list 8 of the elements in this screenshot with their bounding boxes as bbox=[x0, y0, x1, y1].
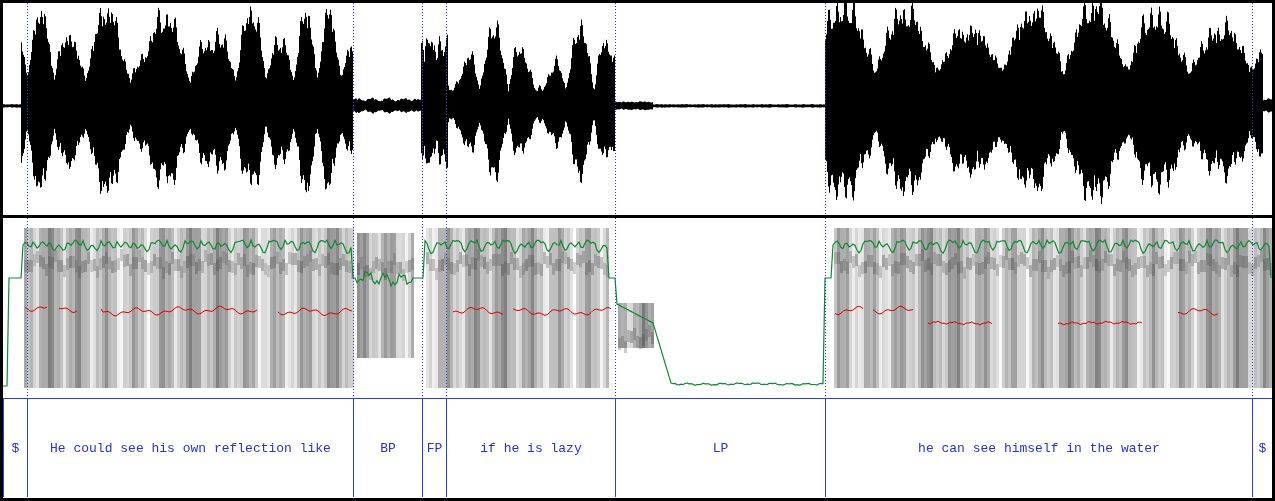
interval-label: FP bbox=[426, 440, 443, 456]
interval-label: $ bbox=[1258, 440, 1267, 456]
interval-label: LP bbox=[712, 440, 729, 456]
interval-label: He could see his own reflection like bbox=[50, 440, 331, 456]
interval-label: if he is lazy bbox=[480, 440, 582, 456]
interval-label: BP bbox=[380, 440, 396, 456]
interval-label: $ bbox=[11, 440, 20, 456]
interval-label: he can see himself in the water bbox=[918, 440, 1160, 456]
